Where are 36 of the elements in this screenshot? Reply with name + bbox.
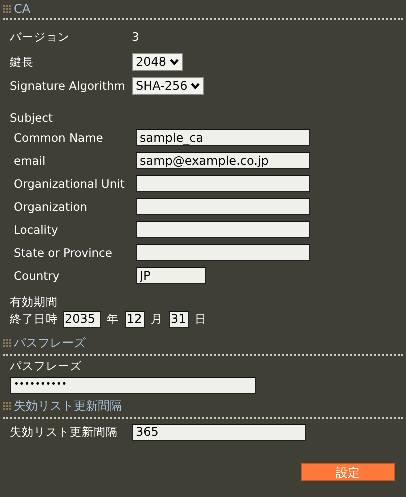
date-field[interactable]: 31: [169, 310, 189, 328]
field-label: Organization: [14, 200, 89, 214]
text-field[interactable]: sample_ca: [136, 129, 310, 146]
text-field[interactable]: 365: [132, 424, 306, 440]
password-field[interactable]: ••••••••••: [10, 376, 256, 394]
field-label: Country: [14, 268, 61, 282]
validity-title: 有効期間: [10, 294, 58, 310]
field-label: Locality: [14, 222, 60, 236]
field-label: Common Name: [14, 130, 104, 144]
grid-icon: [3, 4, 12, 14]
field-label: Signature Algorithm: [10, 79, 126, 93]
text-field[interactable]: samp@example.co.jp: [136, 152, 310, 169]
date-field[interactable]: 12: [125, 310, 145, 328]
grid-icon: [3, 339, 12, 348]
section-title: CA: [14, 2, 31, 16]
chevron-icon: [170, 58, 179, 66]
date-unit: 月: [151, 312, 163, 326]
section-title: 失効リスト更新間隔: [14, 398, 122, 415]
end-date-label: 終了日時: [10, 312, 59, 326]
field-label: 鍵長: [10, 54, 35, 70]
chevron-icon: [190, 82, 200, 90]
section-title: パスフレーズ: [14, 335, 86, 352]
field-label: email: [14, 154, 47, 168]
field-label: Organizational Unit: [14, 176, 126, 190]
version-label: バージョン: [10, 30, 71, 44]
date-unit: 日: [195, 312, 207, 326]
date-unit: 年: [107, 312, 119, 326]
version-value: 3: [132, 30, 140, 44]
grid-icon: [3, 402, 12, 411]
interval-label: 失効リスト更新間隔: [10, 424, 119, 440]
select-dropdown[interactable]: 2048: [132, 53, 183, 71]
passphrase-label: パスフレーズ: [10, 358, 82, 374]
select-dropdown[interactable]: SHA-256: [132, 77, 204, 95]
field-label: State or Province: [14, 246, 114, 260]
date-field[interactable]: 2035: [63, 310, 101, 328]
subject-title: Subject: [10, 111, 53, 125]
